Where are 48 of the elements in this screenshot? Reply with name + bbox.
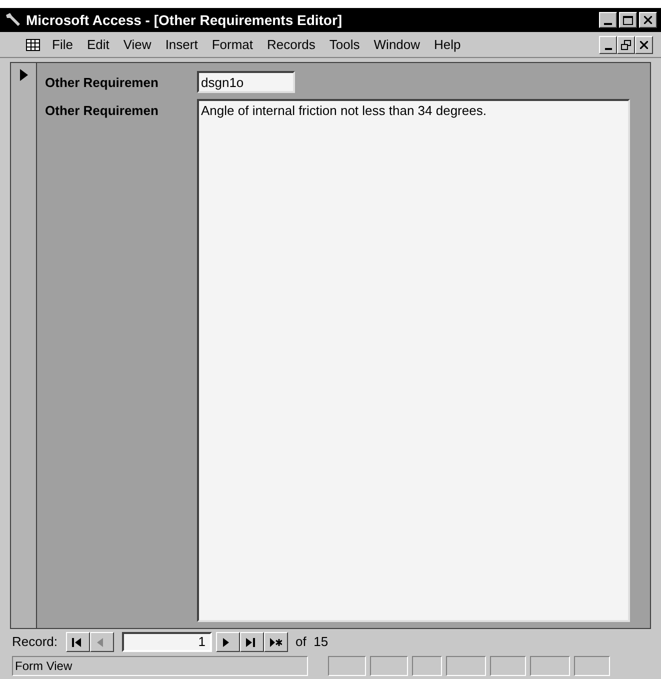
new-icon <box>270 638 282 646</box>
maximize-icon <box>623 16 633 24</box>
menu-item[interactable]: Format <box>212 34 253 54</box>
last-record-button[interactable] <box>240 632 264 652</box>
status-pane <box>490 656 526 676</box>
minimize-icon <box>604 23 612 25</box>
last-icon <box>246 638 258 646</box>
status-text: Form View <box>12 656 308 676</box>
next-record-button[interactable] <box>216 632 240 652</box>
record-number-field[interactable]: 1 <box>122 632 212 652</box>
window-title: Microsoft Access - [Other Requirements Editor] <box>26 10 344 30</box>
close-icon <box>640 40 648 48</box>
new-record-button[interactable] <box>264 632 288 652</box>
maximize-button[interactable] <box>619 12 637 28</box>
close-button[interactable] <box>639 12 657 28</box>
minimize-icon <box>604 48 612 50</box>
first-record-button[interactable] <box>66 632 90 652</box>
record-label: Record: <box>12 633 58 652</box>
status-pane <box>370 656 408 676</box>
menu-item[interactable]: File <box>52 34 73 54</box>
status-pane <box>446 656 486 676</box>
status-pane <box>530 656 570 676</box>
close-icon <box>644 16 652 24</box>
status-pane <box>574 656 610 676</box>
field-label: Other Requiremen <box>45 74 160 92</box>
restore-button[interactable] <box>617 36 635 54</box>
record-count: of 15 <box>296 633 328 652</box>
menu-item[interactable]: Insert <box>165 34 198 54</box>
restore-icon <box>621 40 631 50</box>
field-label: Other Requiremen <box>45 102 160 120</box>
menu-item[interactable]: Tools <box>329 34 360 54</box>
input-field[interactable]: dsgn1o <box>197 71 295 93</box>
menu-item[interactable]: Records <box>267 34 316 54</box>
memo-field[interactable]: Angle of internal friction not less than 34 degrees. <box>197 99 630 622</box>
menu-item[interactable]: Help <box>434 34 461 54</box>
form-icon <box>26 38 40 50</box>
menu-item[interactable]: Edit <box>86 34 110 54</box>
minimize-button[interactable] <box>599 36 617 54</box>
status-pane <box>412 656 442 676</box>
first-icon <box>72 638 84 646</box>
menu-item[interactable]: View <box>123 34 152 54</box>
status-pane <box>328 656 366 676</box>
close-button[interactable] <box>635 36 653 54</box>
minimize-button[interactable] <box>599 12 617 28</box>
current-record-icon <box>20 69 28 81</box>
record-selector[interactable] <box>11 63 37 628</box>
menu-item[interactable]: Window <box>374 34 420 54</box>
wrench-icon <box>4 12 22 28</box>
